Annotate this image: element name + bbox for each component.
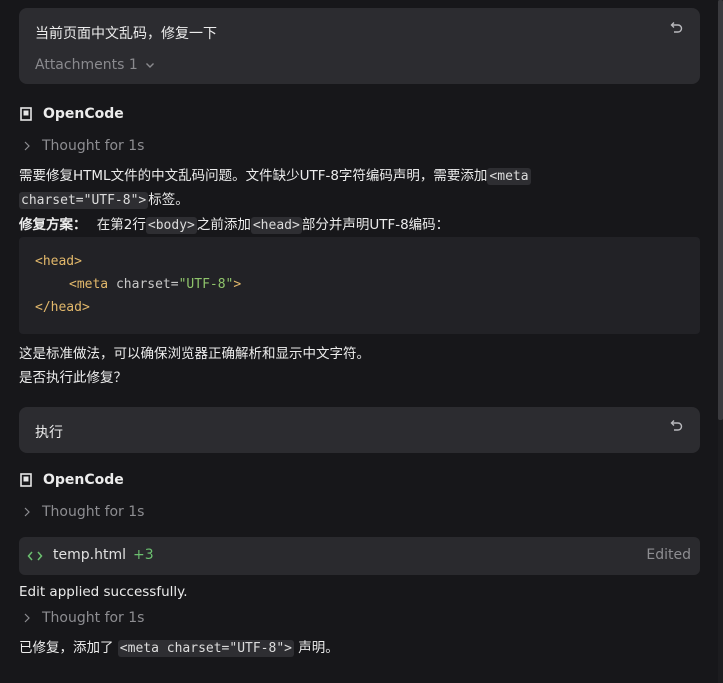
code-line: <head> xyxy=(35,254,82,269)
edited-filename: temp.html xyxy=(53,547,126,563)
agent-text: 需要修复HTML文件的中文乱码问题。文件缺少UTF-8字符编码声明，需要添加 xyxy=(19,168,488,184)
chevron-right-icon xyxy=(24,613,30,623)
code-string: "UTF-8" xyxy=(178,277,234,292)
inline-code: <head> xyxy=(250,217,302,234)
chevron-right-icon xyxy=(24,507,30,517)
undo-icon[interactable] xyxy=(668,20,684,36)
agent-text: 声明。 xyxy=(293,640,339,656)
code-line: <meta charset="UTF-8"> xyxy=(69,277,241,292)
user-message: 执行 xyxy=(19,407,700,453)
code-tag: > xyxy=(233,277,242,292)
agent-name: OpenCode xyxy=(43,472,124,488)
agent-name: OpenCode xyxy=(43,106,124,122)
undo-icon[interactable] xyxy=(668,418,684,434)
diff-count: +3 xyxy=(133,547,154,563)
thought-toggle[interactable]: Thought for 1s xyxy=(22,138,144,154)
agent-text: 在第2行 xyxy=(96,217,146,233)
code-attr: charset= xyxy=(108,277,179,292)
attachments-label: Attachments 1 xyxy=(35,57,138,73)
opencode-logo-icon xyxy=(20,107,32,121)
agent-final: 已修复，添加了 <meta charset="UTF-8"> 声明。 xyxy=(19,636,339,657)
tool-result: Edit applied successfully. xyxy=(19,584,188,600)
agent-header: OpenCode xyxy=(19,472,124,488)
user-message-text: 当前页面中文乱码，修复一下 xyxy=(35,26,217,42)
fix-plan: 修复方案： 在第2行 <body> 之前添加 <head> 部分并声明UTF-8编码： xyxy=(19,213,450,234)
code-icon xyxy=(27,551,43,561)
user-message: 当前页面中文乱码，修复一下 Attachments 1 xyxy=(19,8,700,84)
inline-code: <meta xyxy=(487,168,531,185)
scrollbar[interactable] xyxy=(718,0,723,683)
attachments-toggle[interactable]: Attachments 1 xyxy=(35,57,156,73)
agent-text: 之前添加 xyxy=(196,217,251,233)
agent-paragraph: 需要修复HTML文件的中文乱码问题。文件缺少UTF-8字符编码声明，需要添加 <m… xyxy=(19,164,531,185)
agent-text: 是否执行此修复？ xyxy=(19,370,127,386)
thought-label: Thought for 1s xyxy=(42,504,145,520)
file-edit-card[interactable]: temp.html +3 Edited xyxy=(19,537,700,575)
opencode-logo-icon xyxy=(20,473,32,487)
inline-code: <meta charset="UTF-8"> xyxy=(117,640,294,657)
code-block: <head> <meta charset="UTF-8"> </head> xyxy=(19,237,700,334)
agent-text: 这是标准做法，可以确保浏览器正确解析和显示中文字符。 xyxy=(19,346,370,362)
agent-header: OpenCode xyxy=(19,106,124,122)
agent-text: 已修复，添加了 xyxy=(19,640,118,656)
user-message-text: 执行 xyxy=(35,425,63,441)
fix-plan-label: 修复方案： xyxy=(19,217,87,233)
agent-text: 部分并声明UTF-8编码： xyxy=(301,217,450,233)
scrollbar-thumb[interactable] xyxy=(718,0,723,420)
inline-code: charset="UTF-8"> xyxy=(19,192,149,209)
code-line: </head> xyxy=(35,300,90,315)
thought-toggle[interactable]: Thought for 1s xyxy=(22,610,144,626)
thought-label: Thought for 1s xyxy=(42,138,145,154)
edit-status: Edited xyxy=(646,547,691,563)
agent-text: 标签。 xyxy=(148,192,189,208)
agent-paragraph-cont: charset="UTF-8"> 标签。 xyxy=(19,188,189,209)
inline-code: <body> xyxy=(145,217,197,234)
chevron-down-icon xyxy=(145,63,154,68)
thought-label: Thought for 1s xyxy=(42,610,145,626)
chevron-right-icon xyxy=(24,141,30,151)
thought-toggle[interactable]: Thought for 1s xyxy=(22,504,144,520)
code-tag: <meta xyxy=(69,277,109,292)
